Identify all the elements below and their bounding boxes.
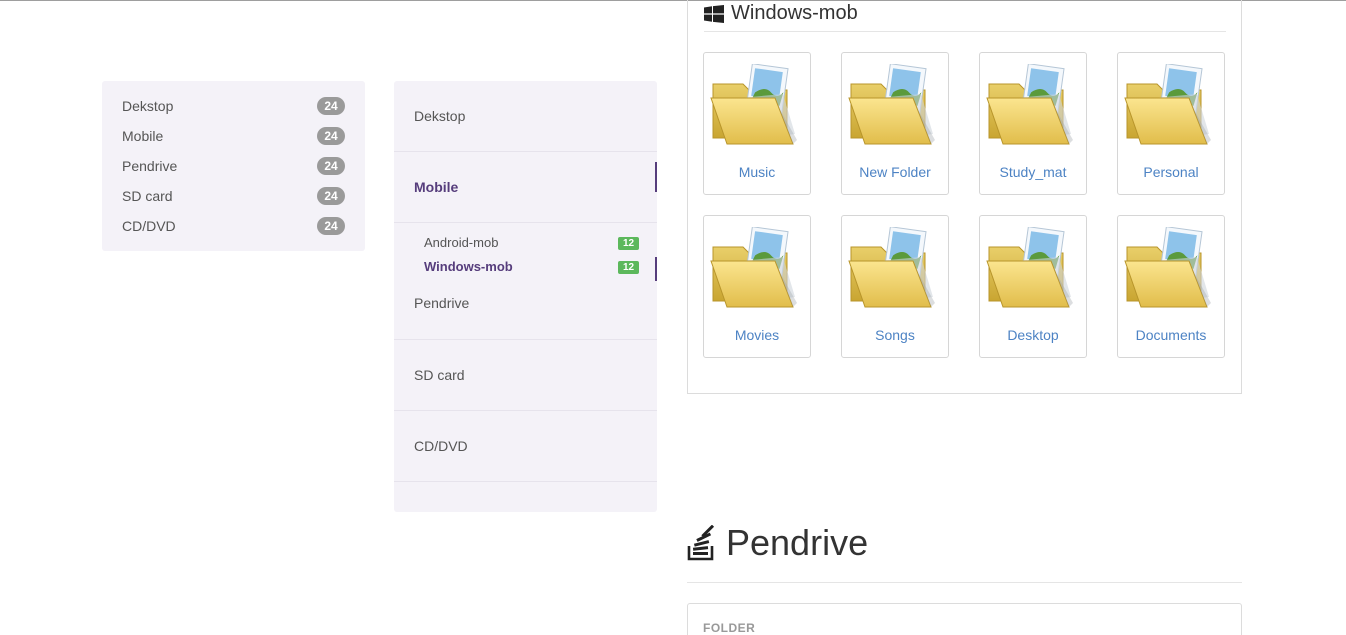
subitem-label: Windows-mob <box>424 259 513 274</box>
folder-name: Personal <box>1143 164 1199 180</box>
stack-icon <box>687 525 715 561</box>
category-label: SD card <box>122 188 173 204</box>
side-nav-item-mobile[interactable]: Mobile <box>394 152 657 223</box>
folder-icon <box>710 227 797 308</box>
folder-tile[interactable]: Personal <box>1117 52 1225 195</box>
count-badge: 12 <box>618 237 639 250</box>
panel-caption: FOLDER <box>703 621 756 635</box>
folder-name: New Folder <box>859 164 931 180</box>
side-nav-label: Mobile <box>414 179 459 195</box>
side-nav-label: CD/DVD <box>414 438 468 454</box>
section-heading: Windows-mob <box>704 2 858 25</box>
active-indicator <box>655 257 657 281</box>
count-badge: 24 <box>317 127 345 145</box>
divider <box>704 31 1226 32</box>
count-badge: 12 <box>618 261 639 274</box>
category-list-panel: Dekstop 24 Mobile 24 Pendrive 24 SD card… <box>102 81 365 251</box>
folder-name: Documents <box>1135 327 1207 343</box>
folder-grid-panel: Windows-mob Music New Folder Study_mat P… <box>687 0 1242 394</box>
folder-name: Study_mat <box>999 164 1067 180</box>
count-badge: 24 <box>317 187 345 205</box>
section-heading: Pendrive <box>687 522 868 564</box>
folder-tile[interactable]: New Folder <box>841 52 949 195</box>
side-nav-subitem-windows-mob[interactable]: Windows-mob 12 <box>424 259 639 279</box>
section-title: Windows-mob <box>731 2 858 24</box>
active-indicator <box>655 162 657 192</box>
folder-icon <box>986 227 1073 308</box>
side-nav-panel: Dekstop Mobile Android-mob 12 Windows-mo… <box>394 81 657 512</box>
section-title: Pendrive <box>726 522 869 563</box>
category-item-pendrive[interactable]: Pendrive 24 <box>102 155 365 185</box>
count-badge: 24 <box>317 157 345 175</box>
pendrive-folder-panel: FOLDER <box>687 603 1242 635</box>
folder-tile[interactable]: Movies <box>703 215 811 358</box>
side-nav-item-cd-dvd[interactable]: CD/DVD <box>394 411 657 482</box>
category-label: Pendrive <box>122 158 178 174</box>
folder-icon <box>848 227 935 308</box>
folder-icon <box>1124 64 1211 145</box>
folder-tile[interactable]: Study_mat <box>979 52 1087 195</box>
windows-icon <box>704 4 724 23</box>
folder-icon <box>848 64 935 145</box>
category-item-cd-dvd[interactable]: CD/DVD 24 <box>102 215 365 245</box>
folder-icon <box>710 64 797 145</box>
subitem-label: Android-mob <box>424 235 499 250</box>
side-nav-item-sd-card[interactable]: SD card <box>394 340 657 411</box>
folder-tile[interactable]: Desktop <box>979 215 1087 358</box>
category-label: CD/DVD <box>122 218 176 234</box>
folder-tile[interactable]: Songs <box>841 215 949 358</box>
category-item-mobile[interactable]: Mobile 24 <box>102 125 365 155</box>
side-nav-item-pendrive[interactable]: Pendrive <box>414 295 469 311</box>
folder-icon <box>1124 227 1211 308</box>
count-badge: 24 <box>317 217 345 235</box>
folder-name: Music <box>738 164 776 180</box>
count-badge: 24 <box>317 97 345 115</box>
folder-tile[interactable]: Documents <box>1117 215 1225 358</box>
folder-name: Movies <box>734 327 780 343</box>
side-nav-label: Dekstop <box>414 108 466 124</box>
side-nav-label: SD card <box>414 367 465 383</box>
category-item-dekstop[interactable]: Dekstop 24 <box>102 95 365 125</box>
folder-name: Songs <box>875 327 915 343</box>
folder-icon <box>986 64 1073 145</box>
category-label: Mobile <box>122 128 164 144</box>
category-item-sd-card[interactable]: SD card 24 <box>102 185 365 215</box>
folder-name: Desktop <box>1007 327 1059 343</box>
divider <box>687 582 1242 583</box>
side-nav-subitem-android-mob[interactable]: Android-mob 12 <box>424 235 639 255</box>
category-label: Dekstop <box>122 98 174 114</box>
folder-tile[interactable]: Music <box>703 52 811 195</box>
side-nav-item-dekstop[interactable]: Dekstop <box>394 81 657 152</box>
